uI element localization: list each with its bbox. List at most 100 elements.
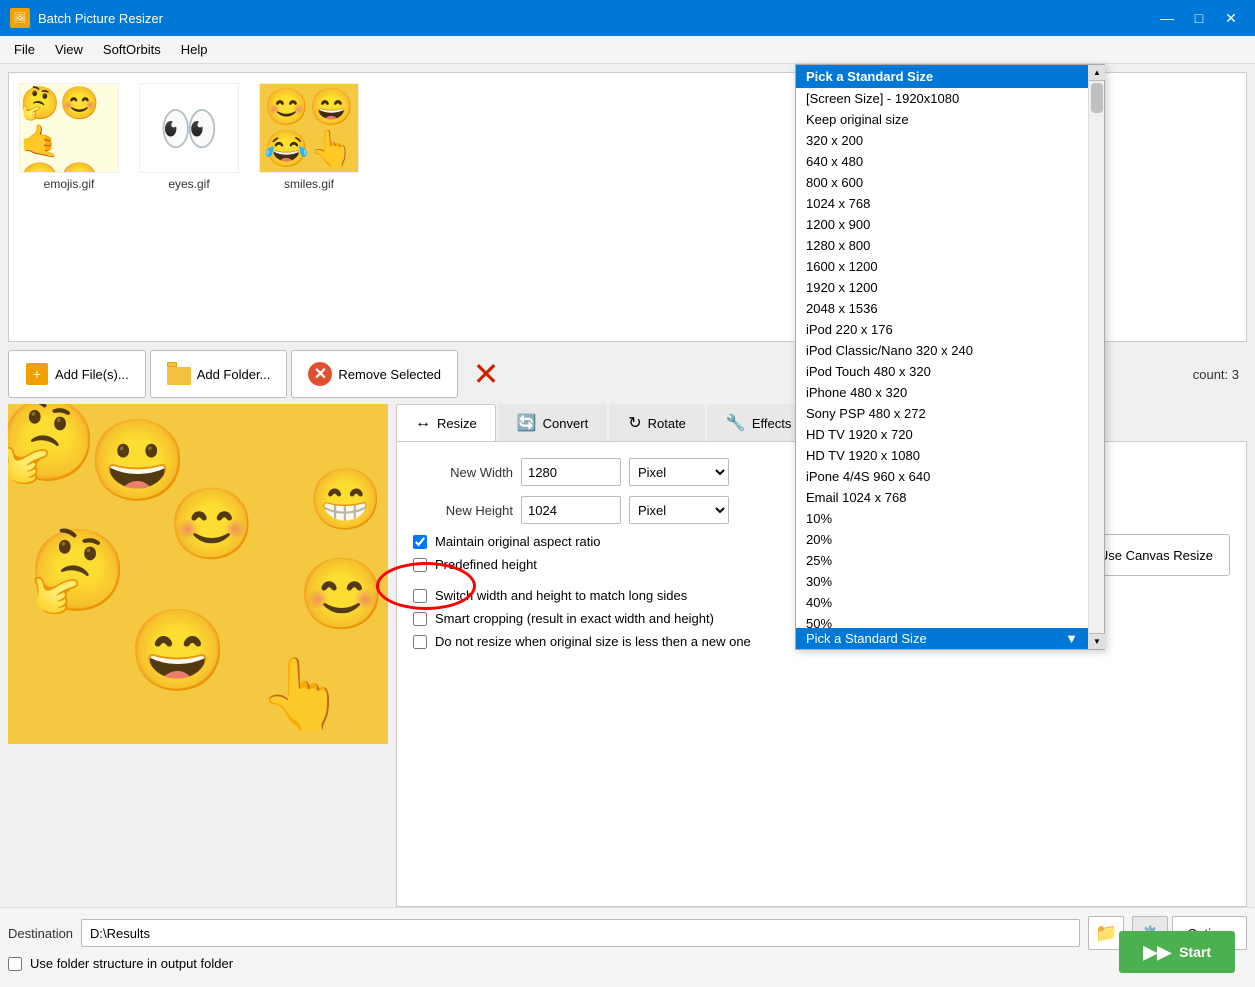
dropdown-item[interactable]: 50% <box>796 613 1088 628</box>
file-name: eyes.gif <box>168 177 209 191</box>
maintain-aspect-checkbox[interactable] <box>413 535 427 549</box>
remove-selected-button[interactable]: ✕ Remove Selected <box>291 350 458 398</box>
menu-softorbits[interactable]: SoftOrbits <box>95 38 169 61</box>
destination-input[interactable] <box>81 919 1080 947</box>
predefined-height-checkbox[interactable] <box>413 558 427 572</box>
dropdown-item[interactable]: iPhone 480 x 320 <box>796 382 1088 403</box>
dropdown-item[interactable]: 1600 x 1200 <box>796 256 1088 277</box>
tab-effects-label: Effects <box>752 416 792 431</box>
start-arrow-icon: ▶▶ <box>1143 942 1171 963</box>
file-thumbnail: 👀 <box>139 83 239 173</box>
tab-resize[interactable]: ↔ Resize <box>396 404 496 441</box>
file-name: smiles.gif <box>284 177 334 191</box>
dropdown-item[interactable]: 800 x 600 <box>796 172 1088 193</box>
dropdown-item[interactable]: iPod Classic/Nano 320 x 240 <box>796 340 1088 361</box>
maximize-button[interactable]: □ <box>1185 6 1213 30</box>
app-icon: 🖼 <box>10 8 30 28</box>
dropdown-item[interactable]: 1024 x 768 <box>796 193 1088 214</box>
add-files-icon: + <box>25 362 49 386</box>
dropdown-item[interactable]: HD TV 1920 x 1080 <box>796 445 1088 466</box>
tab-convert-label: Convert <box>543 416 589 431</box>
smart-crop-label: Smart cropping (result in exact width an… <box>435 611 714 626</box>
dropdown-item[interactable]: 40% <box>796 592 1088 613</box>
no-upscale-checkbox[interactable] <box>413 635 427 649</box>
tab-rotate[interactable]: ↻ Rotate <box>609 404 705 441</box>
folder-structure-label: Use folder structure in output folder <box>30 956 233 971</box>
dropdown-list: [Screen Size] - 1920x1080Keep original s… <box>796 88 1088 628</box>
tab-rotate-label: Rotate <box>648 416 686 431</box>
scroll-up-arrow[interactable]: ▲ <box>1089 65 1105 81</box>
file-thumbnail: 😊😄😂👆 <box>259 83 359 173</box>
dropdown-scrollbar[interactable]: ▲ ▼ <box>1088 65 1104 649</box>
dropdown-item[interactable]: 25% <box>796 550 1088 571</box>
height-input[interactable] <box>521 496 621 524</box>
dropdown-item[interactable]: 640 x 480 <box>796 151 1088 172</box>
dropdown-bottom-selected[interactable]: Pick a Standard Size ▼ <box>796 628 1088 649</box>
dropdown-item[interactable]: Keep original size <box>796 109 1088 130</box>
dropdown-item[interactable]: 30% <box>796 571 1088 592</box>
dropdown-item[interactable]: Sony PSP 480 x 272 <box>796 403 1088 424</box>
dropdown-item[interactable]: HD TV 1920 x 720 <box>796 424 1088 445</box>
switch-wh-label: Switch width and height to match long si… <box>435 588 687 603</box>
width-unit-select[interactable]: Pixel Percent Inch Cm <box>629 458 729 486</box>
height-unit-select[interactable]: Pixel Percent Inch Cm <box>629 496 729 524</box>
dropdown-title: Pick a Standard Size <box>796 65 1088 88</box>
dropdown-item[interactable]: [Screen Size] - 1920x1080 <box>796 88 1088 109</box>
dropdown-item[interactable]: 20% <box>796 529 1088 550</box>
add-files-button[interactable]: + Add File(s)... <box>8 350 146 398</box>
add-files-label: Add File(s)... <box>55 367 129 382</box>
list-item[interactable]: 🤔😊🤙😀😁🤞👆❤️✌️ emojis.gif <box>19 83 119 191</box>
switch-wh-checkbox[interactable] <box>413 589 427 603</box>
dropdown-item[interactable]: 1200 x 900 <box>796 214 1088 235</box>
delete-button[interactable]: ✕ <box>462 350 510 398</box>
folder-browse-icon: 📁 <box>1095 923 1117 944</box>
x-icon: ✕ <box>473 355 500 393</box>
file-name: emojis.gif <box>44 177 95 191</box>
folder-structure-checkbox[interactable] <box>8 957 22 971</box>
add-folder-button[interactable]: Add Folder... <box>150 350 288 398</box>
destination-label: Destination <box>8 926 73 941</box>
smart-crop-checkbox[interactable] <box>413 612 427 626</box>
width-label: New Width <box>413 465 513 480</box>
rotate-icon: ↻ <box>628 413 641 433</box>
remove-selected-label: Remove Selected <box>338 367 441 382</box>
add-folder-label: Add Folder... <box>197 367 271 382</box>
dropdown-item[interactable]: 320 x 200 <box>796 130 1088 151</box>
standard-size-dropdown[interactable]: Pick a Standard Size [Screen Size] - 192… <box>795 64 1105 650</box>
preview-area: 🤔 😀 😊 🤔 😄 👆 😊 😁 <box>8 404 388 744</box>
tab-convert[interactable]: 🔄 Convert <box>498 404 607 441</box>
minimize-button[interactable]: — <box>1153 6 1181 30</box>
main-container: 🤔😊🤙😀😁🤞👆❤️✌️ emojis.gif 👀 eyes.gif 😊😄😂👆 s… <box>0 64 1255 987</box>
menu-help[interactable]: Help <box>173 38 216 61</box>
dropdown-bottom-label: Pick a Standard Size <box>806 631 927 646</box>
bottom-area: Destination 📁 ⚙️ Options Use folder stru… <box>0 907 1255 987</box>
list-item[interactable]: 👀 eyes.gif <box>139 83 239 191</box>
canvas-btn-label: Use Canvas Resize <box>1099 548 1213 563</box>
close-button[interactable]: ✕ <box>1217 6 1245 30</box>
remove-icon: ✕ <box>308 362 332 386</box>
no-upscale-label: Do not resize when original size is less… <box>435 634 751 649</box>
destination-row: Destination 📁 ⚙️ Options <box>8 916 1247 950</box>
tab-resize-label: Resize <box>437 416 477 431</box>
width-input[interactable] <box>521 458 621 486</box>
menu-file[interactable]: File <box>6 38 43 61</box>
start-button[interactable]: ▶▶ Start <box>1119 931 1235 973</box>
dropdown-item[interactable]: iPod Touch 480 x 320 <box>796 361 1088 382</box>
predefined-height-label: Predefined height <box>435 557 537 572</box>
dropdown-item[interactable]: 1920 x 1200 <box>796 277 1088 298</box>
dropdown-item[interactable]: 2048 x 1536 <box>796 298 1088 319</box>
list-item[interactable]: 😊😄😂👆 smiles.gif <box>259 83 359 191</box>
menu-bar: File View SoftOrbits Help <box>0 36 1255 64</box>
title-bar: 🖼 Batch Picture Resizer — □ ✕ <box>0 0 1255 36</box>
dropdown-item[interactable]: Email 1024 x 768 <box>796 487 1088 508</box>
scroll-down-arrow[interactable]: ▼ <box>1089 633 1105 649</box>
menu-view[interactable]: View <box>47 38 91 61</box>
resize-icon: ↔ <box>415 414 431 432</box>
dropdown-item[interactable]: iPod 220 x 176 <box>796 319 1088 340</box>
dropdown-item[interactable]: iPone 4/4S 960 x 640 <box>796 466 1088 487</box>
scrollbar-thumb[interactable] <box>1091 83 1103 113</box>
dropdown-item[interactable]: 10% <box>796 508 1088 529</box>
dropdown-item[interactable]: 1280 x 800 <box>796 235 1088 256</box>
convert-icon: 🔄 <box>517 413 537 433</box>
dropdown-arrow-icon: ▼ <box>1065 631 1078 646</box>
